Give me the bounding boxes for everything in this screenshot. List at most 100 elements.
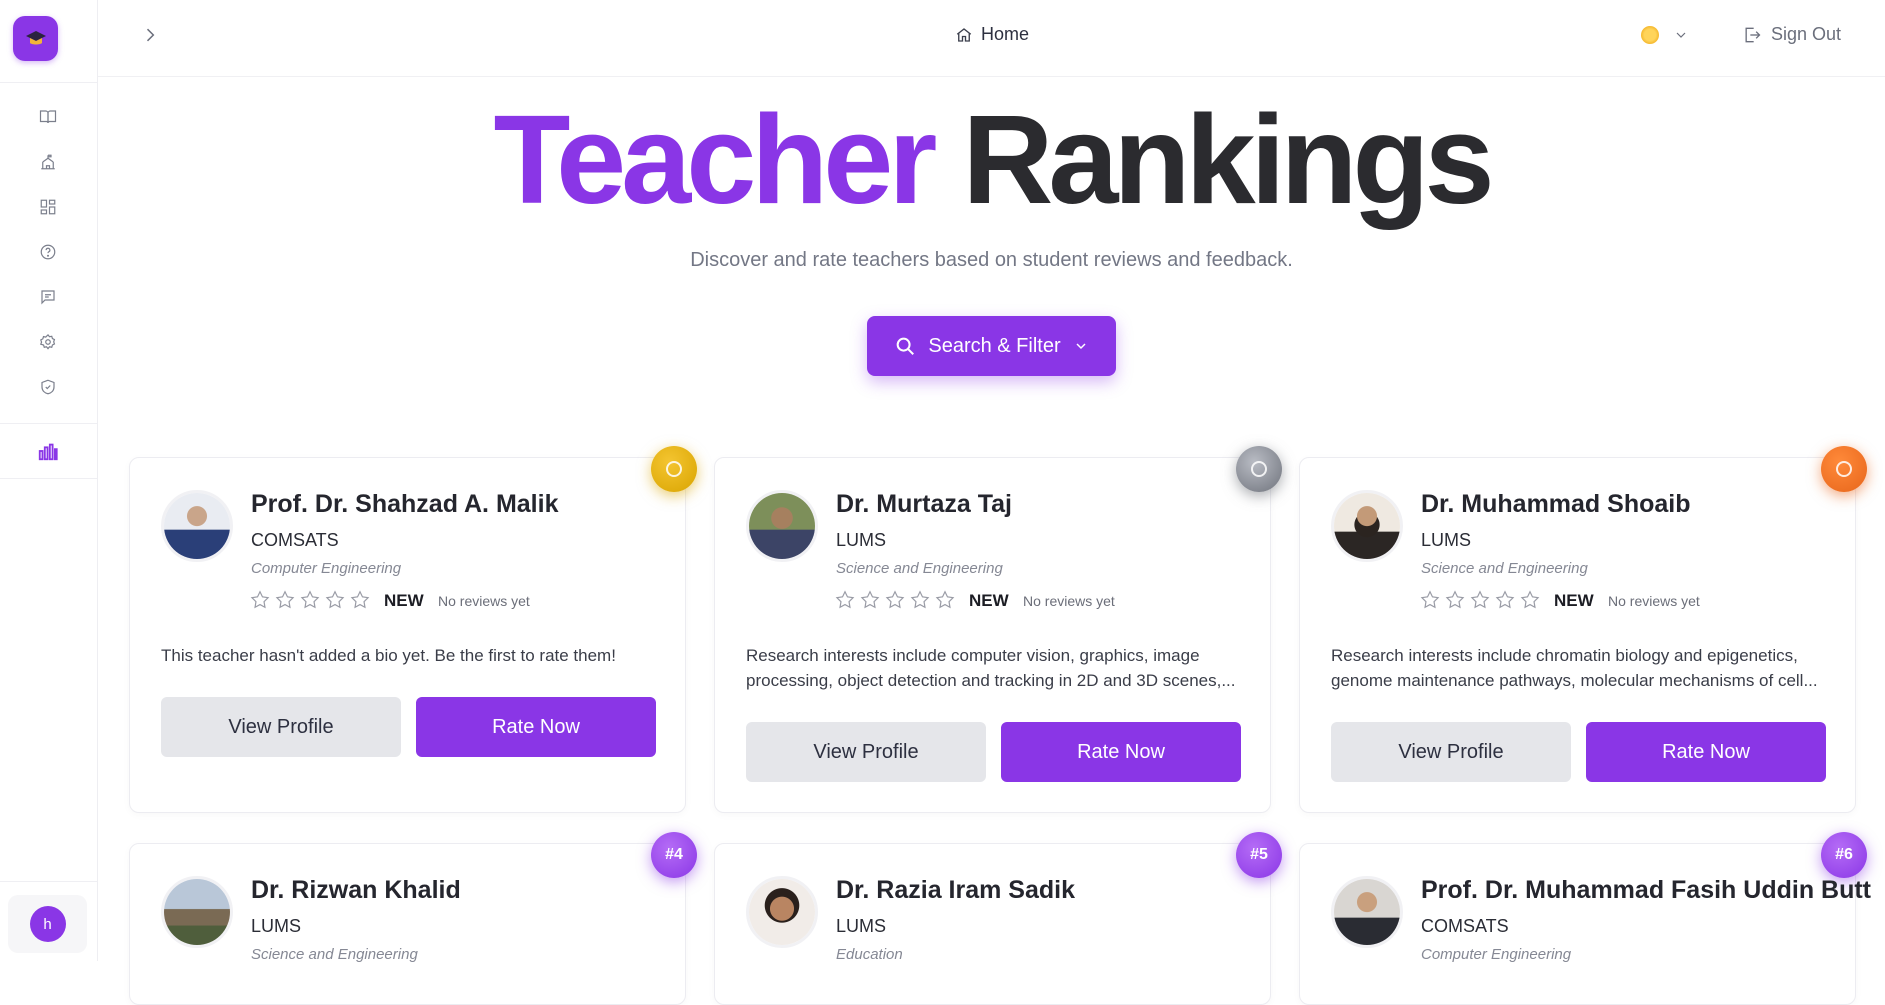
teacher-photo [746, 490, 818, 562]
title-rankings: Rankings [962, 89, 1494, 230]
teacher-department: Science and Engineering [836, 560, 1003, 577]
chevron-down-icon [1676, 32, 1686, 38]
medal-icon [1251, 461, 1267, 477]
teacher-card: #4 Dr. Rizwan Khalid LUMS Science and En… [129, 832, 697, 1005]
teacher-card: Dr. Murtaza Taj LUMS Science and Enginee… [714, 446, 1282, 813]
teacher-card: Prof. Dr. Shahzad A. Malik COMSATS Compu… [129, 446, 697, 813]
teacher-university: COMSATS [1421, 916, 1509, 936]
rank-badge-silver [1236, 446, 1282, 492]
star-icon [300, 590, 320, 609]
teacher-photo [1331, 490, 1403, 562]
view-profile-button[interactable]: View Profile [161, 697, 401, 757]
search-icon [897, 337, 915, 355]
teacher-department: Computer Engineering [251, 560, 402, 577]
teacher-university: LUMS [836, 530, 887, 550]
teacher-university: LUMS [836, 916, 887, 936]
new-badge: NEW [969, 591, 1009, 610]
bar-chart-icon[interactable] [37, 440, 59, 462]
top-bar: Home Sign Out [98, 0, 1885, 77]
avatar[interactable]: h [29, 906, 66, 942]
teacher-name[interactable]: Dr. Rizwan Khalid [251, 876, 461, 905]
teacher-photo [161, 490, 233, 562]
teacher-bio: This teacher hasn't added a bio yet. Be … [161, 646, 616, 665]
rank-badge-gold [651, 446, 697, 492]
teacher-card: #6 Prof. Dr. Muhammad Fasih Uddin Butt C… [1299, 832, 1871, 1005]
graduation-cap-icon [25, 30, 46, 44]
sidebar-divider [0, 423, 97, 424]
search-filter-label: Search & Filter [928, 334, 1061, 357]
review-count: No reviews yet [1023, 593, 1115, 609]
sidebar-divider [0, 478, 97, 479]
search-filter-button[interactable]: Search & Filter [867, 316, 1116, 376]
user-menu[interactable]: h [8, 895, 87, 953]
chevron-down-icon [1076, 343, 1086, 350]
help-icon[interactable] [37, 241, 59, 263]
star-rating [249, 589, 371, 611]
teacher-name[interactable]: Dr. Murtaza Taj [836, 490, 1012, 519]
page-title: Teacher Rankings [0, 90, 1885, 230]
star-icon [910, 590, 930, 609]
teacher-bio: Research interests include computer visi… [746, 646, 1236, 690]
star-icon [350, 590, 370, 609]
teacher-university: LUMS [1421, 530, 1472, 550]
teacher-photo [1331, 876, 1403, 948]
sign-out-button[interactable]: Sign Out [1742, 24, 1841, 45]
star-icon [1445, 590, 1465, 609]
theme-toggle[interactable] [1641, 26, 1689, 44]
star-icon [885, 590, 905, 609]
new-badge: NEW [1554, 591, 1594, 610]
teacher-card: #5 Dr. Razia Iram Sadik LUMS Education [714, 832, 1282, 1005]
teacher-name[interactable]: Prof. Dr. Muhammad Fasih Uddin Butt [1421, 876, 1871, 905]
rate-now-button[interactable]: Rate Now [1001, 722, 1241, 782]
rate-now-button[interactable]: Rate Now [416, 697, 656, 757]
view-profile-button[interactable]: View Profile [1331, 722, 1571, 782]
teacher-name[interactable]: Dr. Muhammad Shoaib [1421, 490, 1690, 519]
teacher-department: Computer Engineering [1421, 946, 1572, 963]
sign-out-icon [1745, 27, 1761, 42]
star-icon [1470, 590, 1490, 609]
home-label: Home [981, 24, 1030, 44]
teacher-department: Education [836, 946, 903, 963]
sidebar-divider [0, 881, 97, 882]
rate-now-button[interactable]: Rate Now [1586, 722, 1826, 782]
sidebar-divider [0, 82, 97, 83]
teacher-university: COMSATS [251, 530, 339, 550]
rank-badge: #4 [651, 832, 697, 878]
teacher-name[interactable]: Prof. Dr. Shahzad A. Malik [251, 490, 558, 519]
sun-icon [1641, 26, 1659, 44]
new-badge: NEW [384, 591, 424, 610]
teacher-name[interactable]: Dr. Razia Iram Sadik [836, 876, 1075, 905]
teacher-department: Science and Engineering [1421, 560, 1588, 577]
rank-badge: #5 [1236, 832, 1282, 878]
title-teacher: Teacher [493, 89, 937, 230]
home-link[interactable]: Home [955, 24, 1029, 45]
teacher-university: LUMS [251, 916, 302, 936]
review-count: No reviews yet [438, 593, 530, 609]
star-rating [1419, 589, 1541, 611]
settings-icon[interactable] [37, 331, 59, 353]
star-icon [835, 590, 855, 609]
star-icon [250, 590, 270, 609]
rank-badge: #6 [1821, 832, 1867, 878]
teacher-photo [161, 876, 233, 948]
star-icon [1520, 590, 1540, 609]
rank-badge-bronze [1821, 446, 1867, 492]
teacher-photo [746, 876, 818, 948]
shield-icon[interactable] [37, 376, 59, 398]
teacher-department: Science and Engineering [251, 946, 418, 963]
teacher-card: Dr. Muhammad Shoaib LUMS Science and Eng… [1299, 446, 1867, 813]
message-icon[interactable] [37, 286, 59, 308]
app-logo[interactable] [13, 16, 58, 61]
chevron-right-icon[interactable] [140, 25, 162, 47]
star-icon [860, 590, 880, 609]
view-profile-button[interactable]: View Profile [746, 722, 986, 782]
page-subtitle: Discover and rate teachers based on stud… [690, 249, 1293, 271]
review-count: No reviews yet [1608, 593, 1700, 609]
trophy-icon [666, 461, 682, 477]
star-icon [275, 590, 295, 609]
star-icon [1495, 590, 1515, 609]
medal-icon [1836, 461, 1852, 477]
sign-out-label: Sign Out [1771, 24, 1842, 44]
star-icon [935, 590, 955, 609]
teacher-bio: Research interests include chromatin bio… [1331, 646, 1818, 690]
